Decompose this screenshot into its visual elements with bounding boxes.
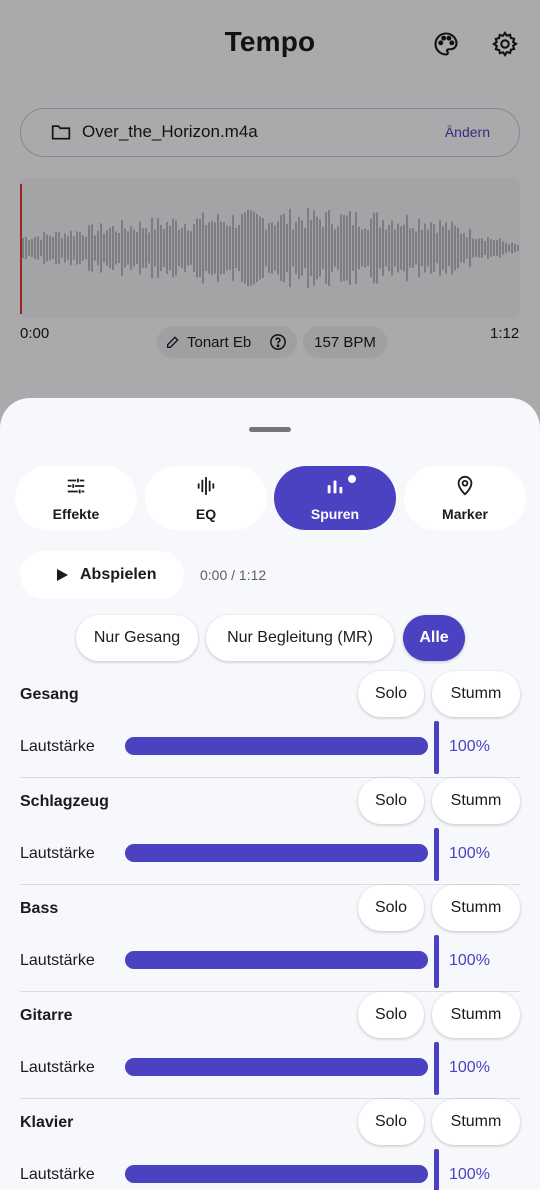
track-row: Gitarre Solo Stumm Lautstärke 100%	[0, 992, 540, 1099]
mute-button[interactable]: Stumm	[432, 778, 520, 824]
bar-chart-icon	[324, 475, 346, 502]
map-pin-icon	[454, 475, 476, 502]
play-icon	[55, 568, 69, 582]
sliders-icon	[65, 475, 87, 502]
tab-marker[interactable]: Marker	[404, 466, 526, 530]
play-label: Abspielen	[80, 566, 157, 583]
mute-button[interactable]: Stumm	[432, 1099, 520, 1145]
volume-slider-track[interactable]	[125, 951, 428, 969]
solo-button[interactable]: Solo	[358, 1099, 424, 1145]
volume-slider-thumb[interactable]	[434, 1149, 439, 1190]
mute-button[interactable]: Stumm	[432, 992, 520, 1038]
filter-accompaniment-only[interactable]: Nur Begleitung (MR)	[206, 615, 394, 661]
tab-label: Marker	[442, 505, 488, 522]
mute-button[interactable]: Stumm	[432, 671, 520, 717]
tab-eq[interactable]: EQ	[145, 466, 267, 530]
track-name: Klavier	[20, 1114, 74, 1131]
tab-label: EQ	[195, 505, 217, 522]
solo-button[interactable]: Solo	[358, 778, 424, 824]
track-name: Schlagzeug	[20, 793, 109, 810]
track-row: Klavier Solo Stumm Lautstärke 100%	[0, 1099, 540, 1190]
track-name: Bass	[20, 900, 59, 917]
solo-button[interactable]: Solo	[358, 671, 424, 717]
volume-slider-thumb[interactable]	[434, 721, 439, 774]
play-button[interactable]: Abspielen	[20, 551, 184, 599]
track-name: Gitarre	[20, 1007, 73, 1024]
volume-slider-thumb[interactable]	[434, 935, 439, 988]
volume-slider-track[interactable]	[125, 1058, 428, 1076]
tab-effects[interactable]: Effekte	[15, 466, 137, 530]
volume-slider-thumb[interactable]	[434, 828, 439, 881]
waveform-icon	[195, 475, 217, 502]
solo-button[interactable]: Solo	[358, 885, 424, 931]
volume-slider-track[interactable]	[125, 1165, 428, 1183]
volume-value: 100%	[449, 738, 490, 755]
track-row: Bass Solo Stumm Lautstärke 100%	[0, 885, 540, 992]
track-row: Gesang Solo Stumm Lautstärke 100%	[0, 671, 540, 778]
volume-label: Lautstärke	[20, 738, 95, 755]
tab-label: Effekte	[52, 505, 100, 522]
volume-label: Lautstärke	[20, 1059, 95, 1076]
volume-value: 100%	[449, 845, 490, 862]
volume-label: Lautstärke	[20, 1166, 95, 1183]
playback-time: 0:00 / 1:12	[200, 567, 267, 583]
volume-value: 100%	[449, 1059, 490, 1076]
sheet-drag-handle[interactable]	[249, 427, 291, 432]
volume-slider-thumb[interactable]	[434, 1042, 439, 1095]
volume-slider-track[interactable]	[125, 844, 428, 862]
solo-button[interactable]: Solo	[358, 992, 424, 1038]
volume-value: 100%	[449, 1166, 490, 1183]
volume-label: Lautstärke	[20, 845, 95, 862]
tracks-bottom-sheet: Effekte EQ Spuren Marker Abspielen 0:00 …	[0, 398, 540, 1190]
track-name: Gesang	[20, 686, 79, 703]
mute-button[interactable]: Stumm	[432, 885, 520, 931]
filter-all[interactable]: Alle	[403, 615, 465, 661]
volume-value: 100%	[449, 952, 490, 969]
tab-tracks[interactable]: Spuren	[274, 466, 396, 530]
volume-slider-track[interactable]	[125, 737, 428, 755]
track-row: Schlagzeug Solo Stumm Lautstärke 100%	[0, 778, 540, 885]
filter-vocals-only[interactable]: Nur Gesang	[76, 615, 198, 661]
volume-label: Lautstärke	[20, 952, 95, 969]
active-indicator-dot	[348, 475, 356, 483]
tab-label: Spuren	[310, 505, 360, 522]
